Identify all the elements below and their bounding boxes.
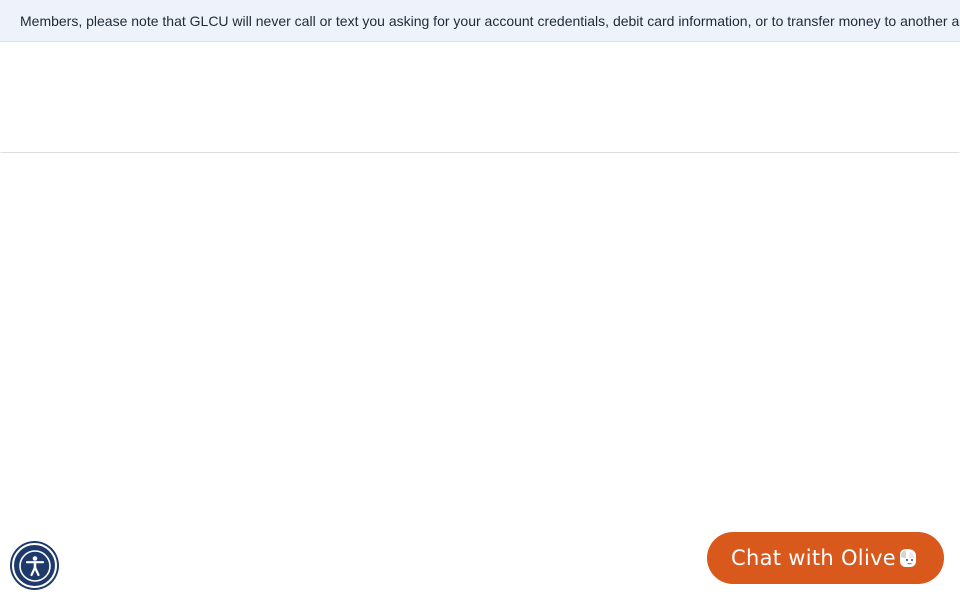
- security-notice-bar: Members, please note that GLCU will neve…: [0, 0, 960, 42]
- accessibility-button[interactable]: [12, 543, 57, 588]
- chat-with-olive-button[interactable]: Chat with Olive: [707, 532, 944, 584]
- chat-button-label: Chat with Olive: [731, 546, 897, 570]
- site-header: [0, 42, 960, 152]
- accessibility-person-icon: [18, 549, 52, 583]
- security-notice-text: Members, please note that GLCU will neve…: [20, 13, 960, 29]
- olive-avatar-icon: [896, 546, 920, 570]
